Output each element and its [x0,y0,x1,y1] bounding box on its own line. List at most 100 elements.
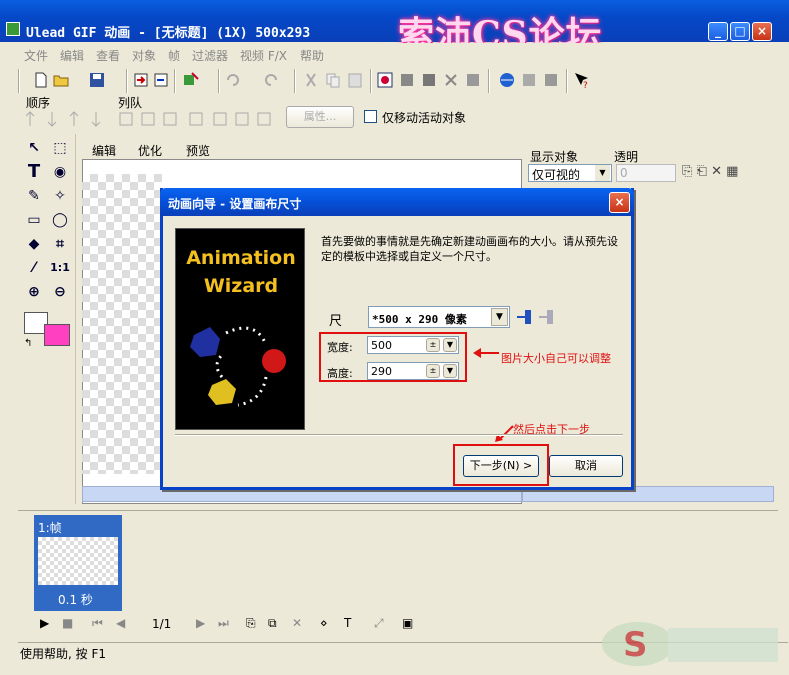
last-frame-icon[interactable]: ⏭ [218,616,229,631]
text-tool-icon[interactable]: T [24,162,44,182]
menu-frame[interactable]: 帧 [168,47,180,64]
reverse-icon[interactable]: ⤢ [374,616,384,631]
add-remove-template-icons[interactable] [515,308,555,326]
paste-icon[interactable] [346,71,364,89]
prev-frame-icon[interactable]: ◀ [116,616,125,630]
dialog-title: 动画向导 - 设置画布尺寸 [168,197,302,211]
tab-optimize[interactable]: 优化 [138,142,162,159]
chevron-down-icon[interactable]: ▼ [595,165,610,181]
ellipse-tool-icon[interactable]: ◯ [50,210,70,230]
import-icon[interactable] [132,71,150,89]
delete-frame-icon[interactable]: ✕ [292,616,302,630]
height-stepper[interactable]: 290 ± ▼ [367,362,459,380]
dialog-separator [175,434,623,436]
crop-tool-icon[interactable]: ⌗ [50,234,70,254]
object-icon[interactable] [420,71,438,89]
save-icon[interactable] [88,71,106,89]
frame-properties-icon[interactable]: ▣ [402,616,413,630]
properties-button[interactable]: 属性... [286,106,354,128]
close-button[interactable]: × [752,22,772,41]
spin-arrows-icon[interactable]: ± [426,364,440,378]
new-file-icon[interactable] [32,71,50,89]
open-folder-icon[interactable] [52,71,70,89]
minimize-button[interactable]: _ [708,22,728,41]
layer-icon[interactable] [398,71,416,89]
duplicate-frame-icon[interactable]: ⧉ [268,616,277,631]
actual-size-icon[interactable]: 1:1 [50,258,70,278]
eraser-tool-icon[interactable]: ▭ [24,210,44,230]
frame-icon[interactable] [464,71,482,89]
transparency-stepper[interactable]: 0 [616,164,676,182]
size-preset-select[interactable]: *500 x 290 像素 ▼ [368,306,510,328]
brush-tool-icon[interactable]: ✎ [24,186,44,206]
transparency-value: 0 [620,166,628,180]
frame-thumbnail[interactable]: 1:帧 0.1 秒 [34,515,122,611]
order-arrows-icon[interactable] [26,110,106,128]
optimize-icon[interactable] [520,71,538,89]
first-frame-icon[interactable]: ⏮ [92,616,103,631]
chevron-down-icon[interactable]: ▼ [491,308,508,326]
spin-arrows-icon[interactable]: ± [426,338,440,352]
chevron-down-icon[interactable]: ▼ [443,338,457,352]
undo-icon[interactable] [224,71,242,89]
next-button[interactable]: 下一步(N) > [463,455,539,477]
move-active-only-label: 仅移动活动对象 [382,111,467,125]
zoom-out-icon[interactable]: ⊖ [50,282,70,302]
menu-help[interactable]: 帮助 [300,47,324,64]
lasso-tool-icon[interactable]: ◉ [50,162,70,182]
help-pointer-icon[interactable]: ? [572,71,590,89]
app-icon [6,22,20,36]
frame-panel: 1:帧 0.1 秒 [18,510,778,611]
effect-icon[interactable] [542,71,560,89]
align-icons[interactable] [118,110,274,128]
tab-preview[interactable]: 预览 [186,142,210,159]
maximize-button[interactable]: □ [730,22,750,41]
image-edit-icon[interactable] [376,71,394,89]
transparent-canvas[interactable] [82,174,162,474]
toolbar-separator [218,69,220,93]
redo-icon[interactable] [262,71,280,89]
magic-wand-icon[interactable]: ✧ [50,186,70,206]
move-active-only-checkbox[interactable] [364,110,377,123]
menu-object[interactable]: 对象 [132,47,156,64]
browser-preview-icon[interactable] [498,71,516,89]
text-frame-icon[interactable]: T [344,616,351,630]
background-color-swatch[interactable] [44,324,70,346]
export-icon[interactable] [152,71,170,89]
select-tool-icon[interactable]: ⬚ [50,138,70,158]
watermark-logo: S [602,622,778,666]
next-frame-icon[interactable]: ▶ [196,616,205,630]
menu-edit[interactable]: 编辑 [60,47,84,64]
dialog-close-button[interactable]: × [609,192,630,213]
zoom-in-icon[interactable]: ⊕ [24,282,44,302]
display-objects-select[interactable]: 仅可视的 ▼ [528,164,612,182]
title-bar: Ulead GIF 动画 - [无标题] (1X) 500x293 索沛CS论坛… [0,0,789,56]
delete-x-icon[interactable] [442,71,460,89]
wizard-icon[interactable] [182,71,200,89]
size-label: 尺 [329,314,343,329]
display-objects-label: 显示对象 [530,150,579,164]
cancel-button[interactable]: 取消 [549,455,623,477]
height-value: 290 [371,365,392,378]
svg-text:?: ? [583,81,588,89]
stop-icon[interactable]: ■ [62,616,73,630]
menu-filter[interactable]: 过滤器 [192,47,228,64]
pointer-tool-icon[interactable]: ↖ [24,138,44,158]
fill-tool-icon[interactable]: ◆ [24,234,44,254]
cut-icon[interactable] [302,71,320,89]
dialog-description: 首先要做的事情就是先确定新建动画画布的大小。请从预先设定的模板中选择或自定义一个… [321,235,618,263]
swap-colors-icon[interactable]: ↰ [24,338,32,349]
transparency-label: 透明 [614,150,639,164]
menu-video-fx[interactable]: 视频 F/X [240,47,287,64]
copy-icon[interactable] [324,71,342,89]
tab-edit[interactable]: 编辑 [92,142,116,159]
menu-file[interactable]: 文件 [24,47,48,64]
eyedropper-tool-icon[interactable]: ⁄ [24,258,44,278]
object-action-icons[interactable]: ⎘ ⎗ ✕ ▦ [682,164,738,179]
chevron-down-icon[interactable]: ▼ [443,364,457,378]
tween-icon[interactable]: ⋄ [320,616,328,630]
width-stepper[interactable]: 500 ± ▼ [367,336,459,354]
play-icon[interactable]: ▶ [40,616,49,630]
menu-view[interactable]: 查看 [96,47,120,64]
add-frame-icon[interactable]: ⎘ [246,616,256,631]
